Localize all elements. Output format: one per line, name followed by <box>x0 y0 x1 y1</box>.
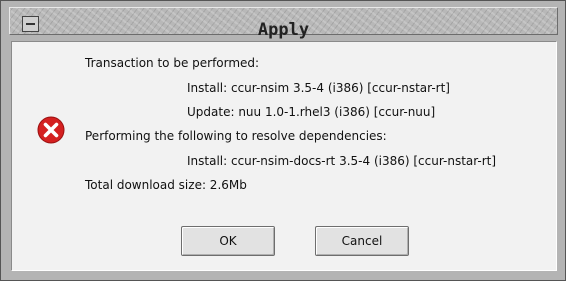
dependencies-heading: Performing the following to resolve depe… <box>85 129 387 143</box>
download-size: Total download size: 2.6Mb <box>85 178 247 192</box>
dialog-title: Apply <box>257 20 310 40</box>
error-icon <box>37 116 65 144</box>
dependency-install-line: Install: ccur-nsim-docs-rt 3.5-4 (i386) … <box>187 154 497 168</box>
transaction-heading: Transaction to be performed: <box>85 56 260 70</box>
cancel-button[interactable]: Cancel <box>315 226 409 256</box>
install-line: Install: ccur-nsim 3.5-4 (i386) [ccur-ns… <box>187 81 450 95</box>
update-line: Update: nuu 1.0-1.rhel3 (i386) [ccur-nuu… <box>187 105 436 119</box>
title-bar[interactable]: Apply <box>9 7 558 39</box>
ok-button[interactable]: OK <box>181 226 275 256</box>
apply-dialog: Apply Transaction to be performed: Insta… <box>0 0 566 281</box>
